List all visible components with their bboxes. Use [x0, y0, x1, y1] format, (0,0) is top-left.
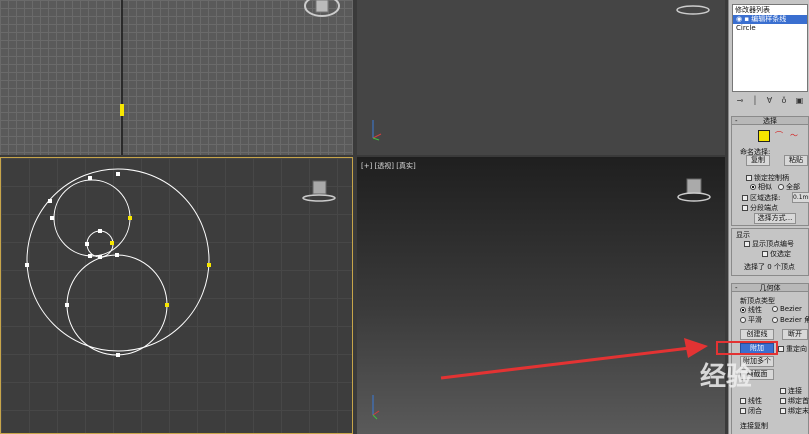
copy-button[interactable]: 复制: [746, 155, 770, 166]
segment-mode-icon[interactable]: ⌒: [775, 132, 783, 140]
modifier-list[interactable]: 修改器列表 ◉ ▪ 编辑样条线 Circle: [732, 4, 808, 92]
bind-last-checkbox[interactable]: 绑定末点: [780, 406, 809, 416]
connect-copy-label: 连接复制: [740, 422, 768, 430]
modifier-stack-toolbar: ⊸ │ ∀ ǒ ▣: [732, 94, 808, 106]
modifier-item-circle[interactable]: Circle: [733, 24, 807, 33]
spline-mode-icon[interactable]: 〜: [790, 132, 798, 140]
vertex-mode-icon[interactable]: [758, 130, 770, 142]
annotation-highlight-box: [716, 341, 778, 355]
linear-radio[interactable]: 线性: [740, 305, 762, 315]
viewcube-icon[interactable]: [677, 177, 713, 203]
watermark-text: 经验: [700, 362, 753, 392]
viewcube-icon[interactable]: [675, 0, 711, 16]
top-viewport-overlay: [120, 0, 124, 155]
rollout-display: 显示 显示顶点编号 仅选定 选择了 0 个顶点: [731, 228, 809, 276]
paste-button[interactable]: 粘贴: [784, 155, 808, 166]
area-selection-checkbox[interactable]: 区域选择:: [742, 193, 780, 203]
viewport-perspective[interactable]: [+] [透视] [真实]: [357, 157, 725, 434]
rollout-selection: - 选择 ⌒ 〜 命名选择: 复制 粘贴 锁定控制柄 相似 全部 区域选择: 0.…: [731, 116, 809, 226]
segment-end-checkbox[interactable]: 分段端点: [742, 203, 778, 213]
bezier-corner-radio[interactable]: Bezier 角点: [772, 315, 809, 325]
viewcube-icon[interactable]: [304, 0, 340, 20]
smooth-radio[interactable]: 平滑: [740, 315, 762, 325]
viewport-left-active[interactable]: [0, 157, 353, 434]
similar-radio[interactable]: 相似: [750, 182, 772, 192]
show-vertex-numbers-checkbox[interactable]: 显示顶点编号: [744, 239, 794, 249]
rollout-header[interactable]: - 选择: [732, 117, 808, 125]
modifier-list-title[interactable]: 修改器列表: [733, 5, 807, 15]
make-unique-icon[interactable]: ∀: [767, 96, 772, 105]
modifier-item-edit-spline[interactable]: ◉ ▪ 编辑样条线: [733, 15, 807, 24]
viewcube-icon[interactable]: [301, 180, 337, 204]
reorient-checkbox[interactable]: 重定向: [778, 344, 807, 354]
viewport-top[interactable]: [0, 0, 353, 155]
remove-modifier-icon[interactable]: ǒ: [782, 96, 787, 105]
perspective-overlay: [372, 395, 380, 420]
select-by-button[interactable]: 选择方式...: [754, 213, 796, 224]
show-end-result-icon[interactable]: │: [753, 96, 758, 105]
selected-vertex-marker: [120, 104, 124, 116]
bezier-radio[interactable]: Bezier: [772, 305, 802, 313]
only-selected-checkbox[interactable]: 仅选定: [762, 249, 791, 259]
configure-sets-icon[interactable]: ▣: [796, 96, 804, 105]
selection-status: 选择了 0 个顶点: [744, 263, 795, 271]
area-selection-input[interactable]: 0.1mm: [792, 192, 809, 203]
create-line-button[interactable]: 创建线: [740, 329, 774, 340]
all-radio[interactable]: 全部: [778, 182, 800, 192]
break-button[interactable]: 断开: [782, 329, 808, 340]
rollout-header[interactable]: - 几何体: [732, 284, 808, 292]
front-viewport-overlay: [372, 120, 382, 141]
pin-stack-icon[interactable]: ⊸: [737, 96, 744, 105]
closed-checkbox[interactable]: 闭合: [740, 406, 762, 416]
viewport-front[interactable]: [357, 0, 725, 155]
